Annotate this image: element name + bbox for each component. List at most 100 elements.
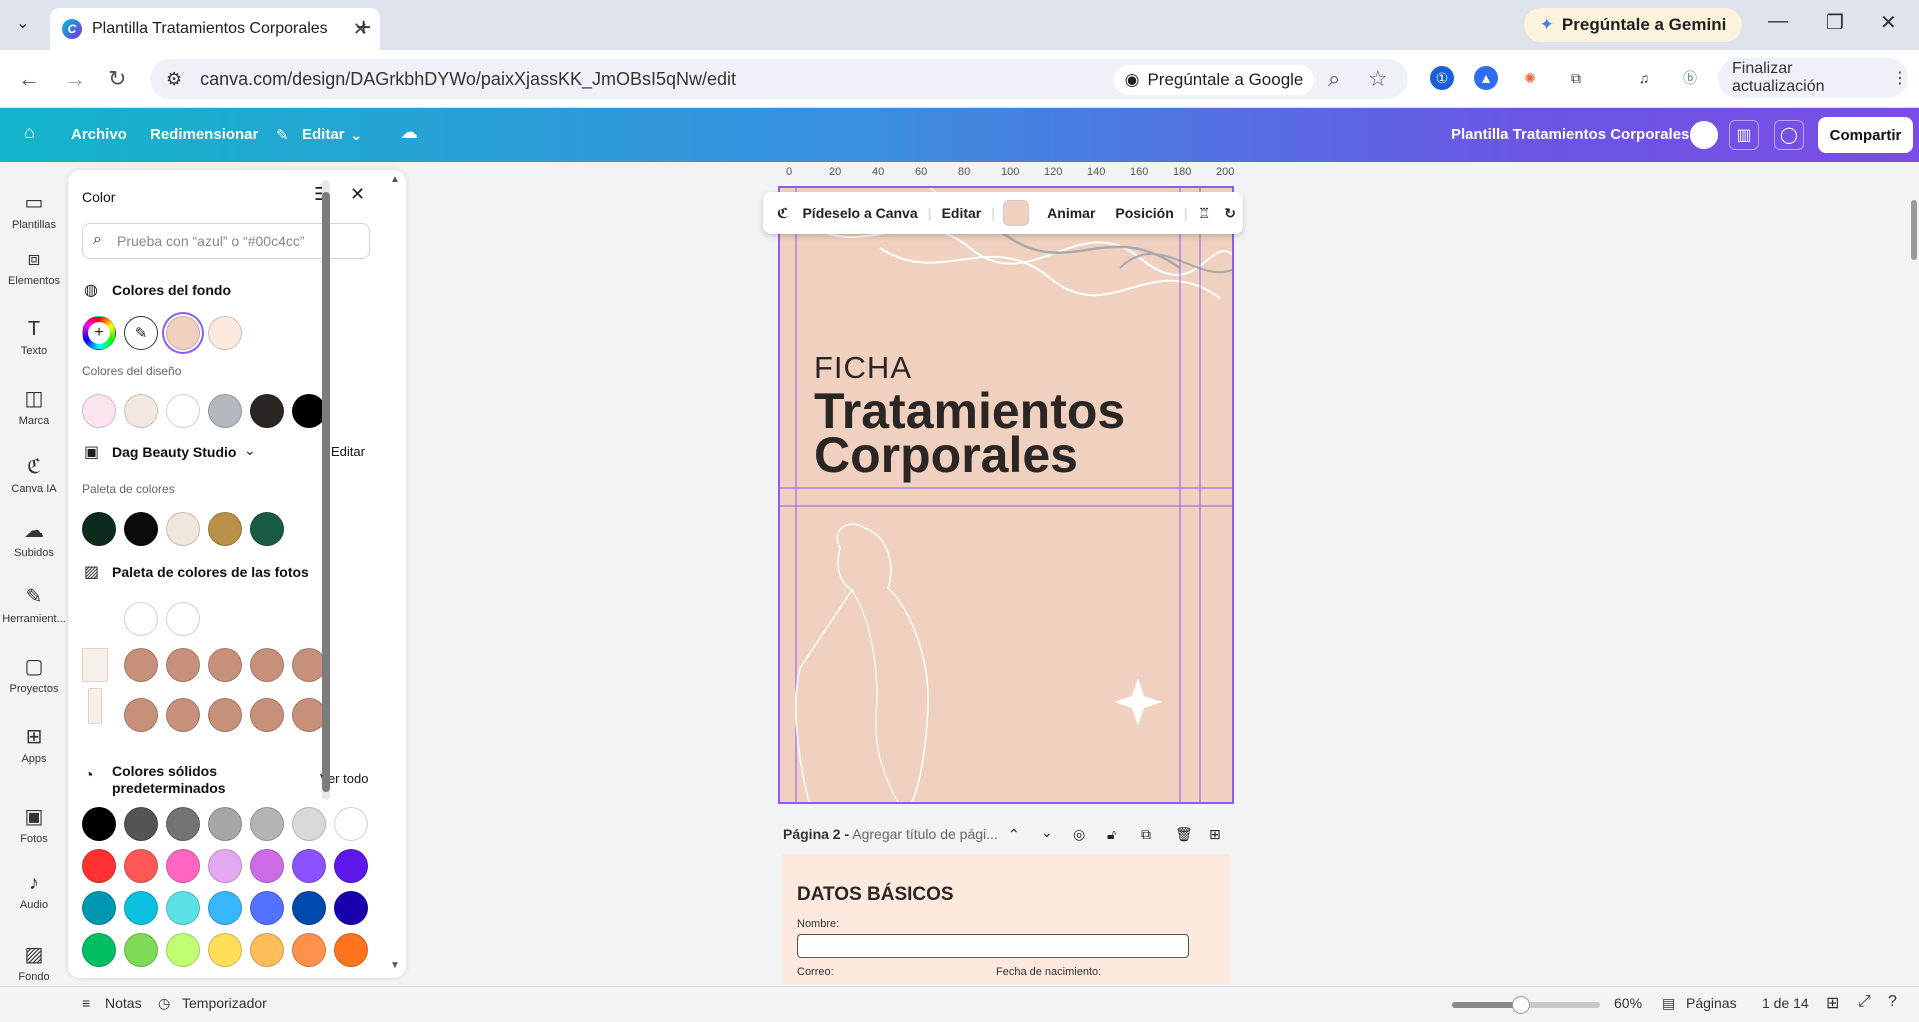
zoom-magnifier-icon[interactable]: ⌕ [1328, 66, 1340, 92]
add-color-button[interactable]: + [82, 316, 116, 350]
dob-label[interactable]: Fecha de nacimiento: [996, 966, 1101, 978]
solid-color-swatch[interactable] [166, 891, 200, 925]
page-up-chevron-icon[interactable]: ⌃ [1008, 826, 1020, 843]
photo-color-swatch[interactable] [166, 698, 200, 732]
page-title-line2[interactable]: Corporales [814, 430, 1078, 480]
solid-color-swatch[interactable] [250, 891, 284, 925]
notes-icon[interactable]: ≡ [82, 995, 90, 1011]
rail-item-brand[interactable]: ◫ Marca [0, 386, 68, 427]
comment-add-icon[interactable]: ↻ [1224, 205, 1236, 222]
animate-button[interactable]: Animar [1047, 205, 1095, 221]
fullscreen-icon[interactable]: ⤢ [1858, 993, 1871, 1011]
email-label[interactable]: Correo: [797, 966, 834, 978]
home-icon[interactable]: ⌂ [24, 122, 35, 143]
photo-color-swatch[interactable] [250, 648, 284, 682]
edit-chevron-down-icon[interactable]: ⌄ [350, 126, 363, 144]
solid-color-swatch[interactable] [250, 849, 284, 883]
lock-page-icon[interactable]: 🔓︎ [1107, 826, 1116, 843]
cloud-saved-icon[interactable]: ☁ [400, 122, 418, 143]
scroll-down-arrow-icon[interactable]: ▼ [390, 960, 400, 971]
solid-color-swatch[interactable] [292, 807, 326, 841]
background-color-swatch[interactable] [208, 316, 242, 350]
close-panel-icon[interactable]: ✕ [350, 184, 365, 205]
insights-chart-icon[interactable]: ▥ [1729, 120, 1759, 150]
design-color-swatch[interactable] [250, 394, 284, 428]
ask-google-button[interactable]: ◉ Pregúntale a Google [1114, 65, 1314, 95]
rail-item-audio[interactable]: ♪ Audio [0, 872, 68, 911]
rail-item-background[interactable]: ▨ Fondo [0, 942, 68, 983]
canvas-scrollbar-thumb[interactable] [1911, 200, 1917, 260]
extensions-puzzle-icon[interactable]: ⧉ [1564, 66, 1588, 90]
restore-window-icon[interactable]: ❐ [1826, 10, 1844, 35]
edit-pencil-icon[interactable]: ✎ [276, 126, 289, 144]
solid-color-swatch[interactable] [208, 849, 242, 883]
page-down-chevron-icon[interactable]: ⌄ [1041, 824, 1053, 841]
solid-color-swatch[interactable] [292, 891, 326, 925]
design-title[interactable]: Plantilla Tratamientos Corporales [1451, 126, 1689, 143]
panel-scrollbar-thumb[interactable] [322, 192, 330, 792]
photo-color-swatch[interactable] [166, 648, 200, 682]
brand-edit-link[interactable]: Editar [331, 444, 365, 459]
design-page-1[interactable]: FICHA Tratamientos Corporales [778, 186, 1234, 804]
edit-menu[interactable]: Editar [302, 126, 345, 143]
pages-grid-icon[interactable]: ▤ [1662, 995, 1675, 1012]
brand-chevron-down-icon[interactable]: ⌄ [244, 442, 256, 459]
solid-color-swatch[interactable] [82, 849, 116, 883]
rail-item-apps[interactable]: ⊞ Apps [0, 724, 68, 765]
brand-name[interactable]: Dag Beauty Studio [112, 444, 236, 460]
site-info-icon[interactable]: ⚙ [166, 69, 182, 90]
paint-roller-icon[interactable]: ♖ [1198, 205, 1211, 222]
extension-burst-icon[interactable]: ✺ [1518, 66, 1542, 90]
duplicate-page-icon[interactable]: ⧉ [1141, 826, 1151, 843]
close-window-icon[interactable]: ✕ [1880, 10, 1897, 35]
avatar[interactable] [1690, 121, 1718, 149]
minimize-window-icon[interactable]: — [1768, 10, 1788, 33]
solid-color-swatch[interactable] [334, 891, 368, 925]
design-color-swatch[interactable] [292, 394, 326, 428]
scroll-up-arrow-icon[interactable]: ▲ [390, 174, 400, 185]
photo-color-swatch[interactable] [250, 698, 284, 732]
design-color-swatch[interactable] [166, 394, 200, 428]
solid-color-swatch[interactable] [208, 933, 242, 967]
solid-color-swatch[interactable] [334, 933, 368, 967]
photo-color-swatch[interactable] [166, 602, 200, 636]
palette-color-swatch[interactable] [250, 512, 284, 546]
design-page-2[interactable]: DATOS BÁSICOS Nombre: Correo: Fecha de n… [782, 854, 1230, 984]
solid-color-swatch[interactable] [82, 891, 116, 925]
rail-item-canva-ai[interactable]: ℭ Canva IA [0, 454, 68, 495]
reload-icon[interactable]: ↻ [108, 66, 126, 92]
photo-color-swatch[interactable] [292, 698, 326, 732]
design-color-swatch[interactable] [208, 394, 242, 428]
solid-color-swatch[interactable] [292, 933, 326, 967]
forward-arrow-icon[interactable]: → [64, 66, 86, 92]
eyedropper-icon[interactable]: ✎ [124, 316, 158, 350]
rail-item-projects[interactable]: ▢ Proyectos [0, 654, 68, 695]
palette-color-swatch[interactable] [208, 512, 242, 546]
solid-color-swatch[interactable] [166, 849, 200, 883]
rail-item-uploads[interactable]: ☁ Subidos [0, 518, 68, 559]
photo-color-swatch[interactable] [208, 648, 242, 682]
solid-color-swatch[interactable] [166, 807, 200, 841]
page2-title-input[interactable]: Agregar título de pági... [852, 826, 998, 842]
rail-item-templates[interactable]: ▭ Plantillas [0, 190, 68, 231]
solid-color-swatch[interactable] [334, 849, 368, 883]
solid-color-swatch[interactable] [124, 849, 158, 883]
timer-icon[interactable]: ◷ [158, 995, 170, 1012]
grid-view-icon[interactable]: ⊞ [1826, 993, 1839, 1013]
share-button[interactable]: Compartir [1818, 117, 1913, 153]
solid-color-swatch[interactable] [208, 807, 242, 841]
rail-item-text[interactable]: T Texto [0, 318, 68, 357]
rail-item-tools[interactable]: ✎ Herramient... [0, 584, 68, 625]
solid-color-swatch[interactable] [124, 891, 158, 925]
file-menu[interactable]: Archivo [71, 126, 127, 143]
hide-page-icon[interactable]: ◎ [1073, 826, 1085, 843]
page2-heading[interactable]: DATOS BÁSICOS [797, 884, 954, 906]
comments-icon[interactable]: ◯ [1774, 120, 1804, 150]
position-button[interactable]: Posición [1115, 205, 1173, 221]
resize-menu[interactable]: Redimensionar [150, 126, 258, 143]
browser-tab[interactable]: C Plantilla Tratamientos Corporales ✕ [50, 8, 380, 50]
design-color-swatch[interactable] [124, 394, 158, 428]
solid-color-swatch[interactable] [250, 933, 284, 967]
photo-color-swatch[interactable] [124, 648, 158, 682]
notes-button[interactable]: Notas [105, 995, 142, 1011]
